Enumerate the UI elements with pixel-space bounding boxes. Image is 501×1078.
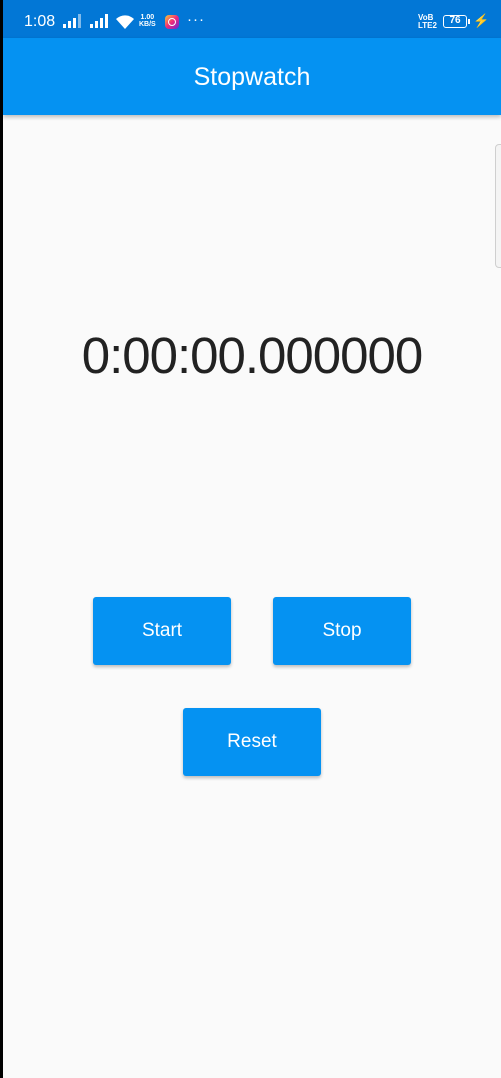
- app-bar: Stopwatch: [3, 38, 501, 115]
- charging-icon: ⚡: [473, 13, 490, 28]
- instagram-icon: [165, 15, 179, 29]
- status-bar: 1:08 1.00 KB/S ··· VoB LTE2 76 ⚡: [3, 0, 501, 38]
- stop-button[interactable]: Stop: [273, 597, 411, 665]
- network-speed: 1.00 KB/S: [139, 14, 156, 28]
- app-screen: 1:08 1.00 KB/S ··· VoB LTE2 76 ⚡ Stopwat…: [3, 0, 501, 1078]
- start-button[interactable]: Start: [93, 597, 231, 665]
- wifi-icon: [115, 14, 135, 30]
- volte-icon: VoB LTE2: [418, 13, 437, 30]
- signal-icon: [63, 14, 83, 28]
- more-notifications-icon: ···: [187, 11, 205, 28]
- stopwatch-display: 0:00:00.000000: [81, 327, 424, 384]
- edge-panel-handle[interactable]: [495, 144, 501, 268]
- battery-icon: 76: [443, 15, 470, 28]
- signal-icon: [90, 14, 110, 28]
- status-time: 1:08: [24, 13, 56, 30]
- reset-button[interactable]: Reset: [183, 708, 321, 776]
- page-title: Stopwatch: [193, 63, 311, 91]
